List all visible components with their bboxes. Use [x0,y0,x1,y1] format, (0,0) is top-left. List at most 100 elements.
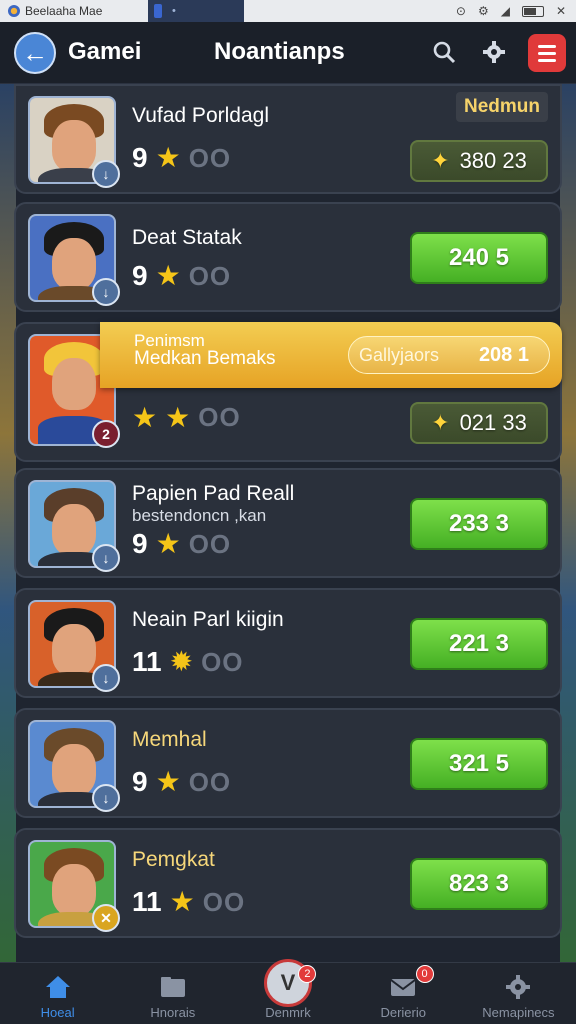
player-card[interactable]: ↓ Papien Pad Reall bestendoncn ,kan 9 ★ … [14,468,562,578]
score-value: 823 3 [448,870,510,897]
menu-button[interactable] [528,34,566,72]
pill-value: 208 1 [478,343,529,366]
close-icon[interactable]: ✕ [556,4,566,18]
player-rank-text: OO [188,260,232,291]
app-logo-icon [8,5,20,17]
player-stats: 9 ★ OO [132,528,231,560]
player-stats: 9 ★ OO [132,142,231,174]
player-rank-text: OO [188,766,232,797]
player-card[interactable]: ↓ Vufad Porldagl 9 ★ OO Nedmun ✦ 380 23 [14,84,562,194]
player-name: Deat Statak [132,226,242,249]
player-subname: Medkan Bemaks [134,348,276,369]
menu-line [538,51,556,55]
player-rank-text: OO [198,402,241,432]
score-value: 321 5 [448,750,510,777]
player-card-highlighted[interactable]: 2 Penimsm Medkan Bemaks Gallyjaors 208 1… [14,322,562,462]
highlight-banner: Penimsm Medkan Bemaks Gallyjaors 208 1 [100,322,562,388]
player-rank-text: OO [188,528,232,559]
score-button[interactable]: 240 5 [410,232,548,284]
rank-badge: ↓ [92,278,120,306]
folder-icon [158,973,188,1001]
rank-badge: ↓ [92,784,120,812]
avatar-face [52,504,96,556]
search-icon[interactable] [430,38,458,66]
player-level: 9 [132,260,148,291]
player-level: 9 [132,142,148,173]
wifi-icon: ◢ [500,4,510,18]
nav-label: Hoeal [40,1005,75,1020]
player-card[interactable]: ↓ Deat Statak 9 ★ OO 240 5 [14,202,562,312]
arrow-left-icon: ← [22,37,48,68]
score-button[interactable]: ✦ 380 23 [410,140,548,182]
notification-badge: 2 [298,965,317,983]
page-title: Gamei [68,38,142,65]
player-name: Memhal [132,728,207,751]
nav-home[interactable]: Hoeal [0,963,115,1024]
player-name: Pemgkat [132,848,215,871]
avatar-face [52,624,96,676]
avatar-face [52,744,96,796]
score-button[interactable]: 823 3 [410,858,548,910]
player-level: 11 [132,646,162,677]
background-right-edge [560,80,576,964]
player-card[interactable]: ✕ Pemgkat 11 ★ OO 823 3 [14,828,562,938]
avatar-face [52,358,96,410]
bottom-nav: Hoeal Hnorais V 2 Denmrk 0 Derierio Nema… [0,959,576,1024]
player-stats: 11 ★ OO [132,886,245,918]
nav-derierio[interactable]: 0 Derierio [346,963,461,1024]
player-name: Neain Parl kiigin [132,608,284,631]
bolt-icon: ✦ [431,148,450,173]
tab-indicator-icon [154,4,162,18]
player-rank-text: OO [201,646,244,677]
nav-hnorais[interactable]: Hnorais [115,963,230,1024]
score-value: 221 3 [448,630,510,657]
highlight-pill[interactable]: Gallyjaors 208 1 [348,336,550,374]
status-tab: • [148,0,244,22]
rank-badge: ↓ [92,160,120,188]
avatar-face [52,864,96,916]
player-name: Papien Pad Reall [132,482,295,505]
score-value: 233 3 [448,510,510,537]
score-button[interactable]: 321 5 [410,738,548,790]
score-value: 021 33 [459,410,527,435]
settings-icon [503,973,533,1001]
settings-small-icon: ⚙ [477,4,489,18]
star-icon: ★ [155,260,181,291]
rank-badge: ↓ [92,544,120,572]
star-icon: ★ [155,142,181,173]
nav-label: Denmrk [265,1005,311,1020]
player-card[interactable]: ↓ Memhal 9 ★ OO 321 5 [14,708,562,818]
player-subname: bestendoncn ,kan [132,506,267,525]
nav-denmrk[interactable]: V 2 Denmrk [230,959,345,1024]
status-tag: Nedmun [456,92,548,122]
star-icon: ★ [155,766,181,797]
star-icon: ★ [132,401,158,433]
player-level: 9 [132,766,148,797]
nav-settings[interactable]: Nemapinecs [461,963,576,1024]
star-icon: ★ [169,886,195,917]
player-level: 9 [132,528,148,559]
player-rank-text: OO [188,142,232,173]
score-button[interactable]: ✦ 021 33 [410,402,548,444]
nav-label: Hnorais [150,1005,196,1020]
alarm-icon: ⊙ [455,4,466,18]
avatar-face [52,120,96,172]
player-card[interactable]: ↓ Neain Parl kiigin 11 ✹ OO 221 3 [14,588,562,698]
nav-label: Derierio [380,1005,426,1020]
status-app: Beelaaha Mae [0,4,148,18]
rank-badge: ✕ [92,904,120,932]
notification-badge: 0 [415,965,434,983]
score-button[interactable]: 233 3 [410,498,548,550]
pill-label: Gallyjaors [359,344,440,365]
player-stats: 11 ✹ OO [132,646,244,678]
battery-icon [521,5,544,17]
player-stats: 9 ★ OO [132,260,231,292]
score-button[interactable]: 221 3 [410,618,548,670]
page-subtitle: Noantianps [214,38,345,65]
status-app-name: Beelaaha Mae [25,4,103,18]
rank-badge: 2 [92,420,120,448]
score-value: 380 23 [459,148,527,173]
gear-icon[interactable] [480,38,508,66]
back-button[interactable]: ← [14,32,56,74]
star-icon: ✹ [169,646,194,677]
